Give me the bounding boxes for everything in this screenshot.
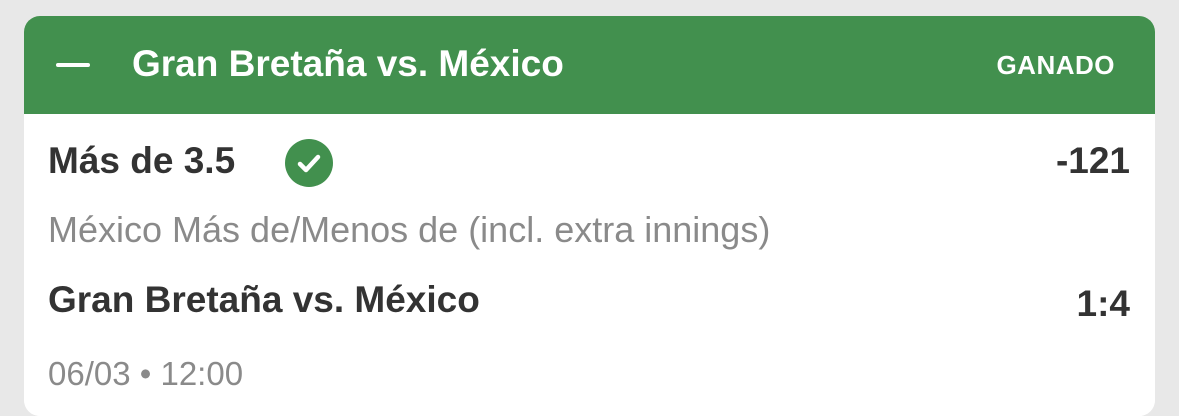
market-description: México Más de/Menos de (incl. extra inni…: [48, 209, 771, 250]
check-circle-icon: [285, 139, 333, 187]
bet-card-header[interactable]: Gran Bretaña vs. México GANADO: [24, 16, 1155, 114]
event-datetime: 06/03 • 12:00: [48, 355, 244, 392]
bet-card-body: Más de 3.5 -121 México Más de/Menos de (…: [24, 114, 1155, 416]
minus-icon: [56, 63, 90, 67]
bet-card: Gran Bretaña vs. México GANADO Más de 3.…: [24, 16, 1155, 416]
header-title: Gran Bretaña vs. México: [132, 43, 564, 84]
selection-label: Más de 3.5: [48, 140, 236, 181]
event-name: Gran Bretaña vs. México: [48, 279, 480, 320]
status-badge: GANADO: [996, 50, 1115, 80]
odds-value: -121: [1055, 140, 1130, 181]
event-score: 1:4: [1076, 283, 1130, 324]
collapse-button[interactable]: [44, 36, 104, 94]
